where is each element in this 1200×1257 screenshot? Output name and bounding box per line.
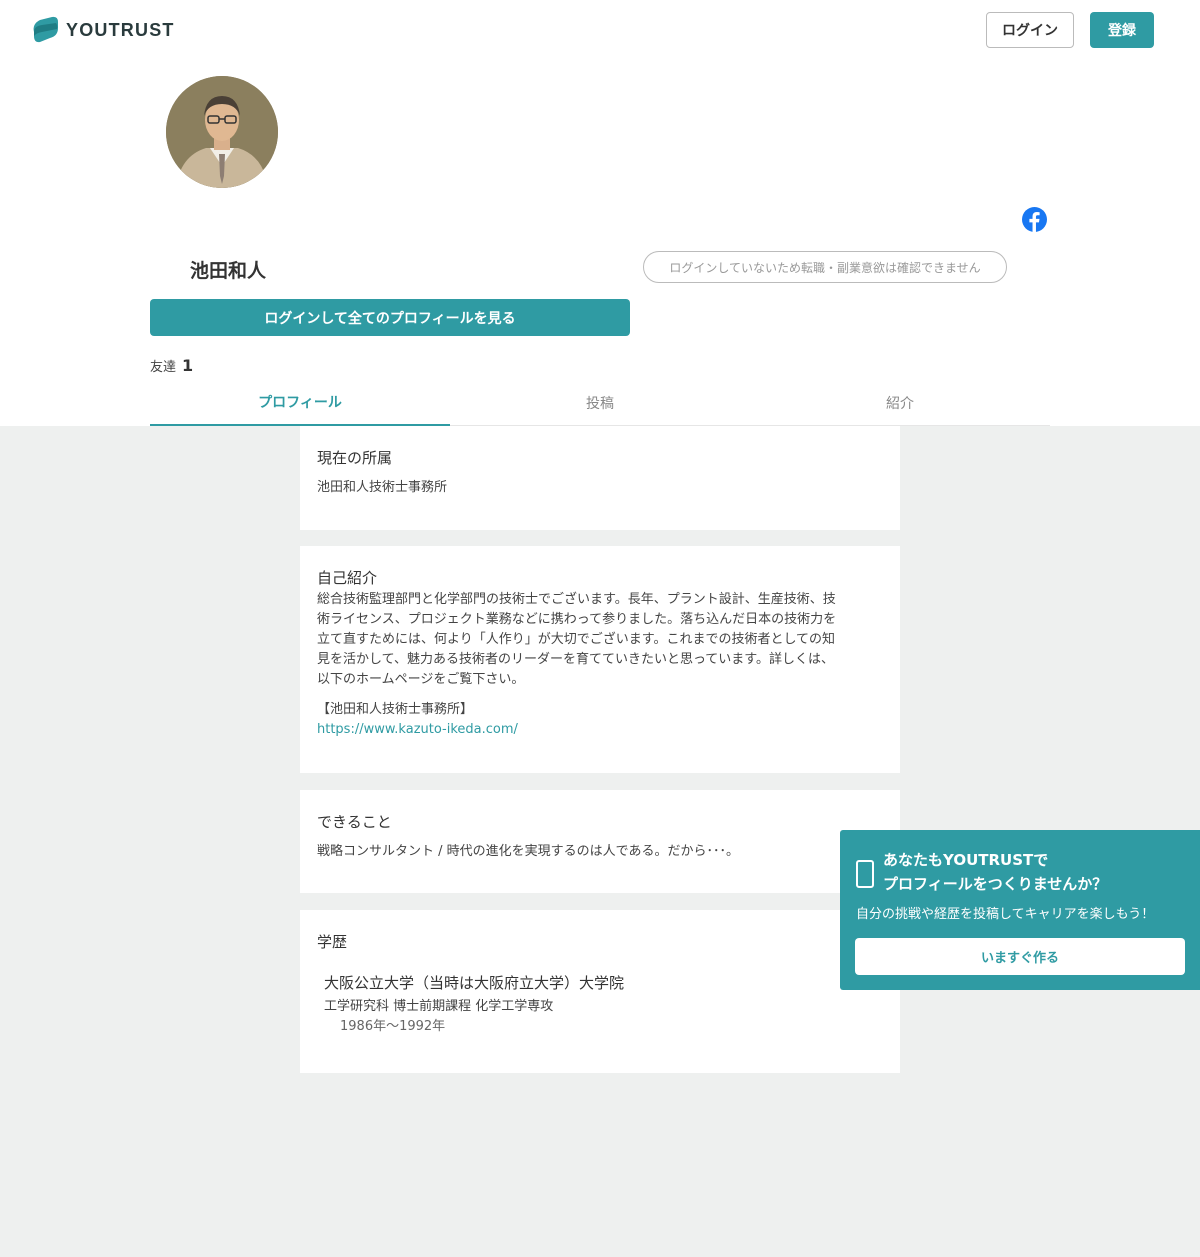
office-label: 【池田和人技術士事務所】 — [317, 702, 474, 717]
login-button[interactable]: ログイン — [986, 12, 1074, 48]
promo-title-line: プロフィールをつくりませんか？ — [883, 875, 1108, 893]
site-header: YOUTRUST ログイン 登録 — [0, 0, 1200, 60]
tab-posts[interactable]: 投稿 — [450, 380, 750, 426]
signup-promo-banner: あなたもYOUTRUSTで プロフィールをつくりませんか？ 自分の挑戦や経歴を投… — [840, 830, 1200, 990]
avatar-portrait — [166, 76, 278, 188]
affiliation-value: 池田和人技術士事務所 — [317, 480, 448, 495]
skills-card: できること 戦略コンサルタント / 時代の進化を実現するのは人である。だから･･… — [300, 790, 900, 893]
homepage-link[interactable]: https://www.kazuto-ikeda.com/ — [317, 720, 887, 740]
youtrust-logo-icon — [33, 16, 58, 43]
intro-line: 見を活かして、魅力ある技術者のリーダーを育てていきたいと思っています。詳しくは、 — [317, 652, 835, 667]
intro-line: 以下のホームページをご覧下さい。 — [317, 672, 525, 687]
logo-text: YOUTRUST — [66, 19, 175, 40]
section-title: 自己紹介 — [317, 569, 378, 587]
tab-referrals[interactable]: 紹介 — [750, 380, 1050, 426]
section-title: 現在の所属 — [317, 449, 393, 467]
smartphone-icon — [856, 860, 874, 888]
profile-tabs: プロフィール 投稿 紹介 — [150, 380, 1050, 426]
education-years: 1986年〜1992年 — [340, 1019, 446, 1034]
education-department: 工学研究科 博士前期課程 化学工学専攻 — [324, 999, 554, 1014]
education-school: 大阪公立大学（当時は大阪府立大学）大学院 — [324, 974, 625, 992]
intro-line: 立て直すためには、何より「人作り」が大切でございます。これまでの技術者としての知 — [317, 632, 836, 647]
youtrust-logo[interactable]: YOUTRUST — [30, 16, 175, 44]
friends-count-link[interactable]: 友達 1 — [150, 356, 193, 375]
user-name: 池田和人 — [190, 260, 267, 282]
friends-label: 友達 — [150, 360, 177, 375]
intro-text: 総合技術監理部門と化学部門の技術士でございます。長年、プラント設計、生産技術、技… — [317, 590, 887, 740]
section-title: 学歴 — [317, 933, 348, 951]
job-intent-notice: ログインしていないため転職・副業意欲は確認できません — [643, 251, 1007, 283]
tab-profile[interactable]: プロフィール — [150, 380, 450, 426]
education-card: 学歴 大阪公立大学（当時は大阪府立大学）大学院 工学研究科 博士前期課程 化学工… — [300, 910, 900, 1073]
intro-line: 総合技術監理部門と化学部門の技術士でございます。長年、プラント設計、生産技術、技 — [317, 592, 836, 607]
affiliation-card: 現在の所属 池田和人技術士事務所 — [300, 426, 900, 530]
skills-value: 戦略コンサルタント / 時代の進化を実現するのは人である。だから･･･。 — [317, 844, 740, 859]
promo-title-line: あなたもYOUTRUSTで — [883, 851, 1049, 869]
register-button[interactable]: 登録 — [1090, 12, 1154, 48]
avatar — [166, 76, 278, 188]
profile-header: 池田和人 ログインしていないため転職・副業意欲は確認できません ログインして全て… — [0, 60, 1200, 426]
promo-title: あなたもYOUTRUSTで プロフィールをつくりませんか？ — [883, 848, 1107, 896]
create-profile-button[interactable]: いますぐ作る — [855, 938, 1185, 975]
view-full-profile-button[interactable]: ログインして全てのプロフィールを見る — [150, 299, 630, 336]
promo-subtitle: 自分の挑戦や経歴を投稿してキャリアを楽しもう！ — [856, 907, 1155, 922]
intro-line: 術ライセンス、プロジェクト業務などに携わって参りました。落ち込んだ日本の技術力を — [317, 612, 837, 627]
section-title: できること — [317, 813, 392, 831]
facebook-icon[interactable] — [1022, 207, 1047, 232]
self-intro-card: 自己紹介 総合技術監理部門と化学部門の技術士でございます。長年、プラント設計、生… — [300, 546, 900, 773]
friends-count: 1 — [182, 356, 194, 375]
